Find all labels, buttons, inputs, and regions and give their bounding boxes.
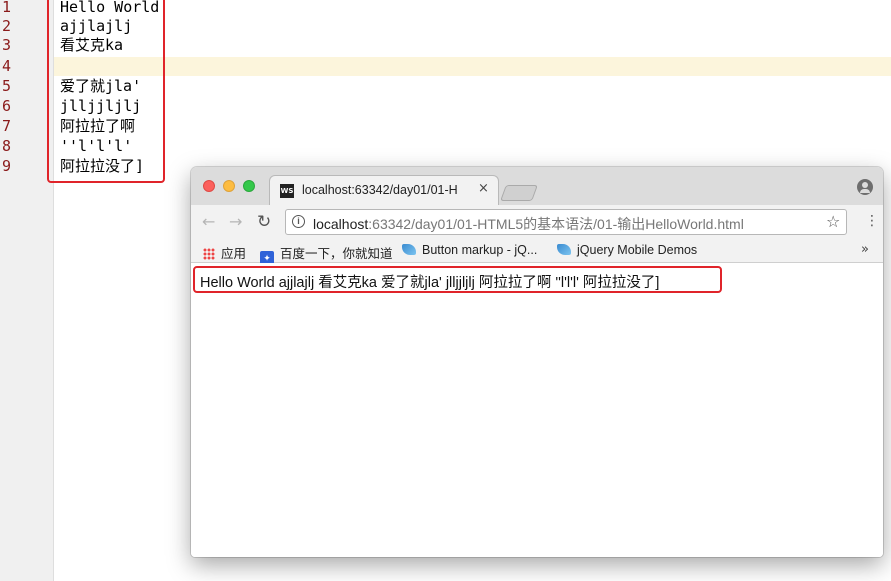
forward-arrow-icon[interactable]: → (229, 213, 242, 231)
title-bar: WS localhost:63342/day01/01-H × (191, 167, 883, 207)
zoom-window-button[interactable] (243, 180, 255, 192)
bookmark-label: Button markup - jQ... (422, 243, 538, 257)
line-number: 2 (2, 17, 12, 35)
bookmark-apps[interactable]: 应用 (203, 243, 246, 262)
line-number: 9 (2, 157, 12, 175)
profile-icon[interactable] (857, 179, 873, 195)
bookmark-button-markup[interactable]: Button markup - jQ... (402, 243, 537, 257)
bookmark-label: 百度一下，你就知道 (280, 247, 393, 261)
line-number: 8 (2, 137, 12, 155)
jquery-mobile-icon (402, 244, 416, 255)
address-bar[interactable]: i localhost:63342/day01/01-HTML5的基本语法/01… (285, 209, 847, 235)
jquery-mobile-icon (557, 244, 571, 255)
info-icon[interactable]: i (292, 215, 305, 228)
minimize-window-button[interactable] (223, 180, 235, 192)
browser-tab[interactable]: WS localhost:63342/day01/01-H × (269, 175, 499, 207)
url-text: localhost:63342/day01/01-HTML5的基本语法/01-输… (313, 214, 744, 234)
tab-title: localhost:63342/day01/01-H (302, 183, 458, 197)
bookmark-label: jQuery Mobile Demos (577, 243, 698, 257)
url-host: localhost (313, 216, 369, 232)
current-line-highlight (54, 57, 891, 76)
back-arrow-icon[interactable]: ← (202, 213, 215, 231)
line-number: 4 (2, 57, 12, 75)
bookmarks-bar: 应用 ✦ 百度一下，你就知道 Button markup - jQ... jQue… (191, 239, 883, 265)
editor-highlight-box (47, 0, 165, 183)
more-menu-icon[interactable]: ⋮ (865, 213, 879, 229)
line-number: 5 (2, 77, 12, 95)
page-highlight-box (193, 266, 722, 293)
line-number: 7 (2, 117, 12, 135)
page-content: Hello World ajjlajlj 看艾克ka 爱了就jla' jlljj… (191, 263, 883, 557)
bookmark-star-icon[interactable]: ☆ (826, 212, 840, 231)
browser-toolbar: ← → ↻ i localhost:63342/day01/01-HTML5的基… (191, 205, 883, 239)
line-number: 1 (2, 0, 12, 16)
new-tab-button[interactable] (500, 185, 538, 201)
line-number: 3 (2, 36, 12, 54)
browser-window: WS localhost:63342/day01/01-H × ← → ↻ i … (191, 167, 883, 557)
url-path: :63342/day01/01-HTML5的基本语法/01-输出HelloWor… (368, 216, 744, 232)
bookmarks-overflow-icon[interactable]: » (861, 242, 869, 257)
bookmark-label: 应用 (221, 247, 247, 261)
webstorm-favicon-icon: WS (280, 184, 294, 198)
line-number: 6 (2, 97, 12, 115)
bookmark-jquery-demos[interactable]: jQuery Mobile Demos (557, 243, 697, 257)
reload-icon[interactable]: ↻ (257, 213, 271, 231)
tab-close-icon[interactable]: × (478, 181, 489, 196)
bookmark-baidu[interactable]: ✦ 百度一下，你就知道 (260, 243, 393, 265)
apps-grid-icon (203, 248, 215, 260)
close-window-button[interactable] (203, 180, 215, 192)
